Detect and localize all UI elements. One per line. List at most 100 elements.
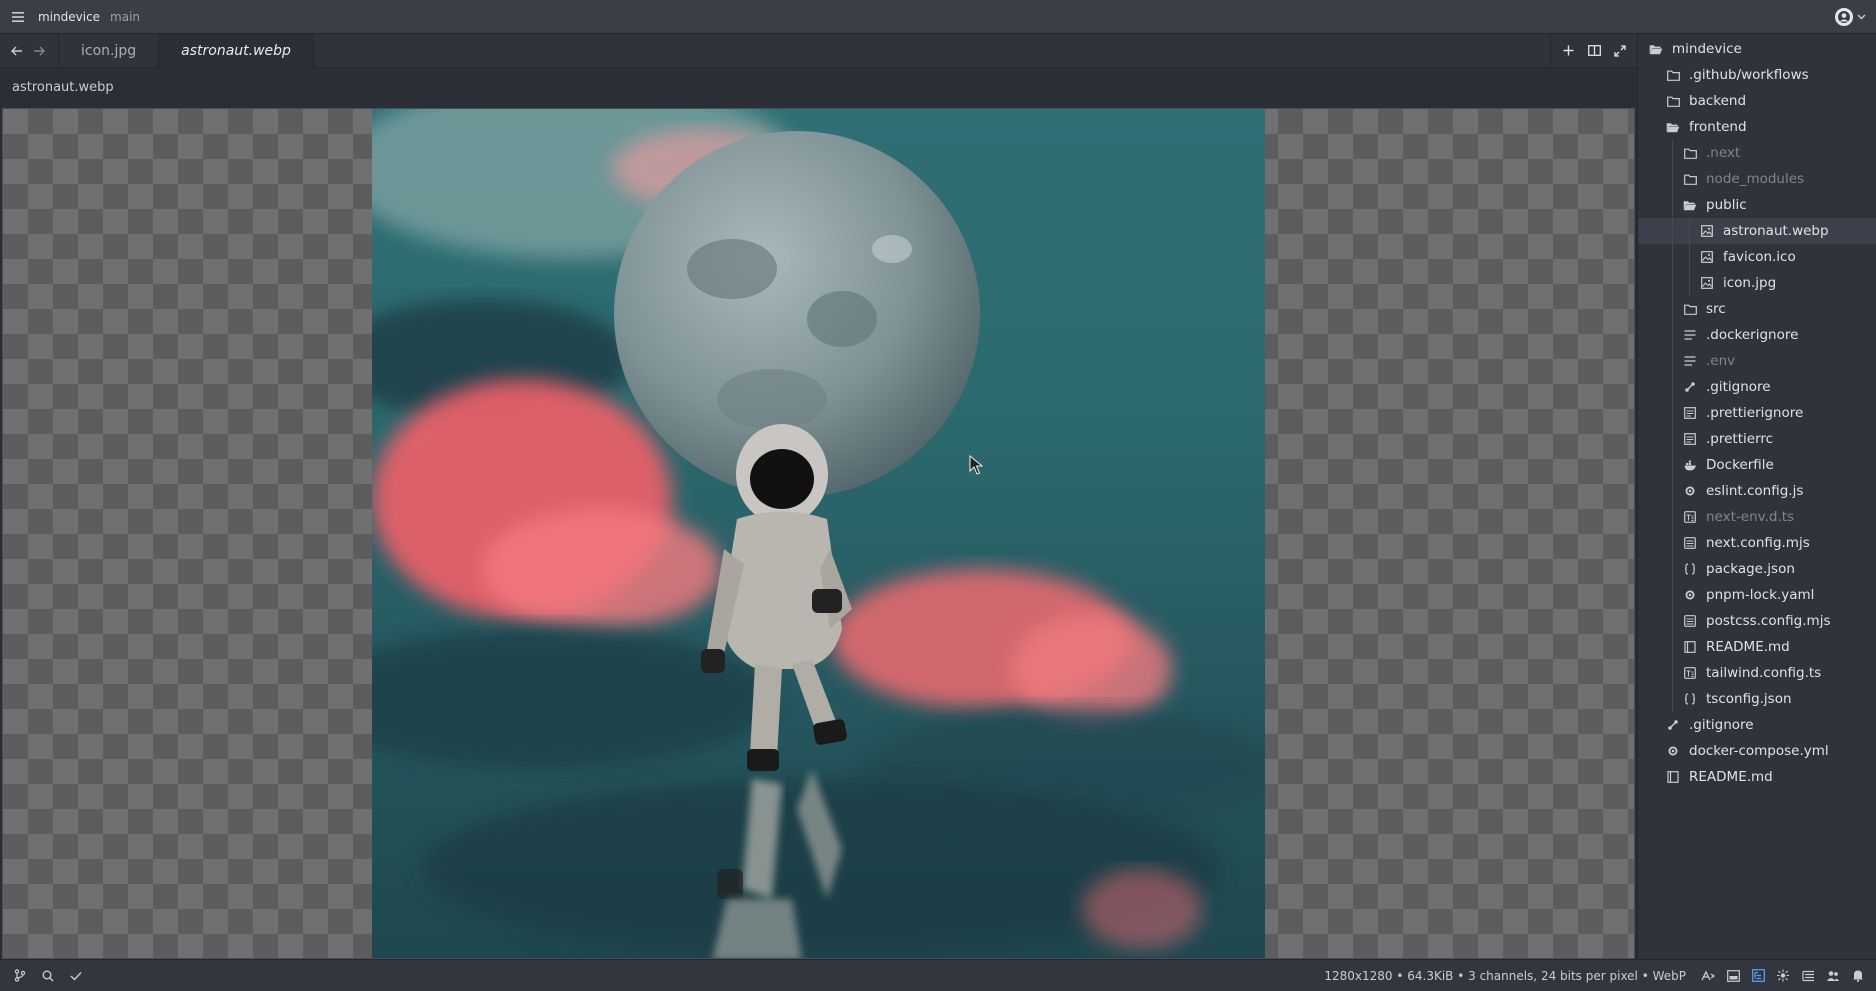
- tree-item-label: .prettierignore: [1706, 405, 1804, 421]
- tree-item-label: eslint.config.js: [1706, 483, 1804, 499]
- tree-item[interactable]: tsconfig.json: [1638, 686, 1876, 712]
- image-file-icon: [1699, 275, 1715, 291]
- tree-item[interactable]: frontend: [1638, 114, 1876, 140]
- project-name[interactable]: mindevice: [38, 10, 100, 24]
- check-icon[interactable]: [68, 968, 84, 984]
- tree-item[interactable]: backend: [1638, 88, 1876, 114]
- terminal-icon[interactable]: [1725, 968, 1741, 984]
- indent-guide: [1672, 296, 1673, 322]
- indent-guide: [1672, 400, 1673, 426]
- indent-guide: [1672, 244, 1673, 270]
- forward-arrow-icon[interactable]: [28, 34, 50, 67]
- image-file-icon: [1699, 223, 1715, 239]
- git-branch-icon[interactable]: [12, 968, 28, 984]
- tree-item[interactable]: favicon.ico: [1638, 244, 1876, 270]
- search-icon[interactable]: [40, 968, 56, 984]
- folder-open-icon: [1665, 119, 1681, 135]
- tree-item[interactable]: tailwind.config.ts: [1638, 660, 1876, 686]
- tree-item[interactable]: README.md: [1638, 634, 1876, 660]
- outline-icon[interactable]: [1800, 968, 1816, 984]
- avatar[interactable]: [1835, 7, 1853, 26]
- tree-item[interactable]: src: [1638, 296, 1876, 322]
- chevron-down-icon[interactable]: [1857, 9, 1866, 24]
- indent-guide: [1672, 166, 1673, 192]
- folder-icon: [1682, 301, 1698, 317]
- plus-icon[interactable]: [1557, 40, 1579, 62]
- tree-item[interactable]: .gitignore: [1638, 712, 1876, 738]
- back-arrow-icon[interactable]: [6, 34, 28, 67]
- tree-item[interactable]: .dockerignore: [1638, 322, 1876, 348]
- tree-item[interactable]: package.json: [1638, 556, 1876, 582]
- tree-item[interactable]: README.md: [1638, 764, 1876, 790]
- editor-pane: icon.jpg astronaut.webp astronaut.webp: [0, 34, 1637, 959]
- tree-item[interactable]: next-env.d.ts: [1638, 504, 1876, 530]
- tree-item[interactable]: .env: [1638, 348, 1876, 374]
- collab-icon[interactable]: [1775, 968, 1791, 984]
- tree-item-label: backend: [1689, 93, 1747, 109]
- tree-item-label: .dockerignore: [1706, 327, 1799, 343]
- tab-astronaut-webp[interactable]: astronaut.webp: [159, 34, 314, 68]
- tree-item[interactable]: astronaut.webp: [1638, 218, 1876, 244]
- indent-guide: [1672, 530, 1673, 556]
- indent-guide: [1672, 608, 1673, 634]
- branch-name[interactable]: main: [110, 10, 140, 24]
- indent-guide: [1689, 218, 1690, 244]
- tree-item[interactable]: eslint.config.js: [1638, 478, 1876, 504]
- config-file-icon: [1682, 405, 1698, 421]
- tree-item[interactable]: Dockerfile: [1638, 452, 1876, 478]
- tree-item-label: tsconfig.json: [1706, 691, 1792, 707]
- maximize-icon[interactable]: [1609, 40, 1631, 62]
- image-file-icon: [1699, 249, 1715, 265]
- docker-icon: [1682, 457, 1698, 473]
- image-info: 1280x1280 • 64.3KiB • 3 channels, 24 bit…: [1324, 968, 1686, 983]
- tree-item[interactable]: public: [1638, 192, 1876, 218]
- tree-item-label: README.md: [1706, 639, 1790, 655]
- js-file-icon: [1682, 613, 1698, 629]
- astronaut-image: [372, 109, 1265, 958]
- tree-item[interactable]: docker-compose.yml: [1638, 738, 1876, 764]
- project-panel-icon[interactable]: [1750, 968, 1766, 984]
- tree-item[interactable]: next.config.mjs: [1638, 530, 1876, 556]
- indent-guide: [1672, 322, 1673, 348]
- indent-guide: [1689, 270, 1690, 296]
- user-menu[interactable]: [1835, 7, 1866, 26]
- tree-item[interactable]: .gitignore: [1638, 374, 1876, 400]
- tree-item-label: public: [1706, 197, 1747, 213]
- indent-guide: [1672, 582, 1673, 608]
- tree-item-label: package.json: [1706, 561, 1795, 577]
- tree-item[interactable]: node_modules: [1638, 166, 1876, 192]
- indent-guide: [1672, 426, 1673, 452]
- indent-guide: [1672, 686, 1673, 712]
- folder-open-icon: [1682, 197, 1698, 213]
- tree-item[interactable]: postcss.config.mjs: [1638, 608, 1876, 634]
- indent-guide: [1672, 556, 1673, 582]
- tree-item[interactable]: pnpm-lock.yaml: [1638, 582, 1876, 608]
- tree-item[interactable]: icon.jpg: [1638, 270, 1876, 296]
- tree-item[interactable]: mindevice: [1638, 36, 1876, 62]
- gear-icon: [1682, 483, 1698, 499]
- indent-guide: [1672, 660, 1673, 686]
- tree-item-label: .prettierrc: [1706, 431, 1774, 447]
- people-icon[interactable]: [1825, 968, 1841, 984]
- split-pane-icon[interactable]: [1583, 40, 1605, 62]
- git-icon: [1682, 379, 1698, 395]
- ai-assist-icon[interactable]: [1700, 968, 1716, 984]
- tree-item[interactable]: .prettierignore: [1638, 400, 1876, 426]
- ts-file-icon: [1682, 509, 1698, 525]
- book-icon: [1682, 639, 1698, 655]
- bell-icon[interactable]: [1850, 968, 1866, 984]
- image-viewer[interactable]: [2, 108, 1635, 959]
- tree-item-label: src: [1706, 301, 1726, 317]
- json-file-icon: [1682, 561, 1698, 577]
- tree-item-label: frontend: [1689, 119, 1747, 135]
- tree-item[interactable]: .prettierrc: [1638, 426, 1876, 452]
- folder-open-icon: [1648, 41, 1664, 57]
- tree-item[interactable]: .github/workflows: [1638, 62, 1876, 88]
- tab-icon-jpg[interactable]: icon.jpg: [58, 34, 160, 67]
- indent-guide: [1672, 634, 1673, 660]
- tree-item-label: tailwind.config.ts: [1706, 665, 1822, 681]
- gear-icon: [1665, 743, 1681, 759]
- hamburger-menu-icon[interactable]: [8, 7, 28, 27]
- breadcrumb: astronaut.webp: [12, 80, 114, 95]
- tree-item[interactable]: .next: [1638, 140, 1876, 166]
